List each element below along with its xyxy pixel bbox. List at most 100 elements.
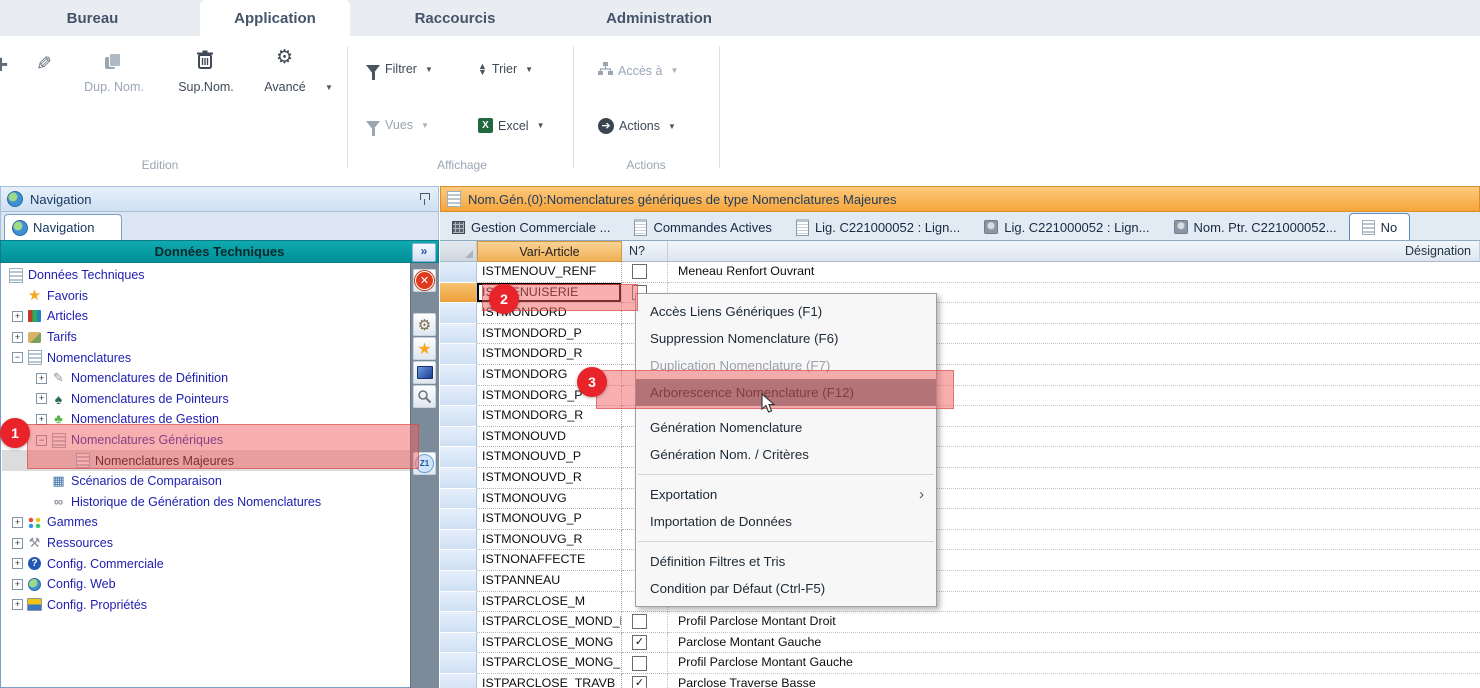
tree-item[interactable]: +✎Nomenclatures de Définition (2, 368, 410, 389)
row-gutter-cell[interactable] (440, 509, 477, 530)
tree-item[interactable]: −Nomenclatures (2, 347, 410, 368)
expand-icon[interactable]: + (12, 332, 23, 343)
vari-article-cell[interactable]: ISTMONOUVD (477, 427, 622, 448)
tree-item[interactable]: +⚒Ressources (2, 533, 410, 554)
vari-article-cell[interactable]: ISTNONAFFECTE (477, 550, 622, 571)
collapse-chevron-button[interactable]: » (412, 243, 436, 262)
table-row[interactable]: ISTMONDORG_P (440, 386, 1480, 407)
row-gutter-cell[interactable] (440, 550, 477, 571)
row-gutter-cell[interactable] (440, 674, 477, 688)
row-gutter-cell[interactable] (440, 324, 477, 345)
vari-article-cell[interactable]: ISTPARCLOSE_MOND_P (477, 612, 622, 633)
actions-button[interactable]: ➔ Actions▼ (598, 118, 676, 134)
menu-item[interactable]: Arborescence Nomenclature (F12) (636, 379, 936, 406)
table-row[interactable]: ISTMONDORD_P (440, 324, 1480, 345)
vari-article-cell[interactable]: ISTMONDORG_R (477, 406, 622, 427)
vari-article-cell[interactable]: ISTPARCLOSE_MONG (477, 633, 622, 654)
tree-item[interactable]: +Config. Propriétés (2, 595, 410, 616)
menu-item[interactable]: Génération Nomenclature (636, 414, 936, 441)
pin-icon[interactable] (419, 192, 430, 206)
row-gutter-cell[interactable] (440, 612, 477, 633)
vari-article-cell[interactable]: ISTMENOUV_RENF (477, 262, 622, 283)
expand-icon[interactable]: + (12, 599, 23, 610)
tab-raccourcis[interactable]: Raccourcis (395, 0, 515, 36)
table-row[interactable]: ISTMONOUVG_R (440, 530, 1480, 551)
column-header-designation[interactable]: Désignation (668, 241, 1480, 262)
checkbox-checked[interactable]: ✓ (632, 676, 647, 688)
document-tab-5[interactable]: No (1349, 213, 1411, 240)
delete-button[interactable]: Sup.Nom. (168, 80, 244, 94)
tab-application[interactable]: Application (200, 0, 350, 36)
vari-article-cell[interactable]: ISTPARCLOSE_M (477, 592, 622, 613)
expand-icon[interactable]: + (12, 579, 23, 590)
filter-button[interactable]: Filtrer▼ (366, 62, 433, 76)
row-gutter-cell[interactable] (440, 344, 477, 365)
table-row[interactable]: ISTMONOUVG (440, 489, 1480, 510)
tree-item[interactable]: ★Favoris (2, 286, 410, 307)
table-row[interactable]: ISTMONDORG (440, 365, 1480, 386)
access-button[interactable]: Accès à▼ (598, 62, 678, 79)
tree-item[interactable]: +Tarifs (2, 327, 410, 348)
table-row[interactable]: ISTPANNEAU (440, 571, 1480, 592)
menu-item[interactable]: Définition Filtres et Tris (636, 548, 936, 575)
menu-item[interactable]: Accès Liens Génériques (F1) (636, 298, 936, 325)
collapse-icon[interactable]: − (36, 435, 47, 446)
tab-bureau[interactable]: Bureau (35, 0, 150, 36)
tree-item[interactable]: +♣Nomenclatures de Gestion (2, 409, 410, 430)
checkbox-unchecked[interactable] (632, 614, 647, 629)
document-tab-1[interactable]: Commandes Actives (622, 214, 784, 240)
z1-button[interactable]: Z1 (413, 452, 436, 475)
row-gutter-cell[interactable] (440, 303, 477, 324)
checkbox-unchecked[interactable] (632, 264, 647, 279)
table-row[interactable]: ISTMONDORD (440, 303, 1480, 324)
column-header-n[interactable]: N? (622, 241, 668, 262)
advanced-button[interactable]: Avancé (255, 80, 315, 94)
vari-article-cell[interactable]: ISTMONOUVD_R (477, 468, 622, 489)
document-tab-3[interactable]: Lig. C221000052 : Lign... (972, 214, 1161, 240)
expand-icon[interactable]: + (12, 311, 23, 322)
vari-article-cell[interactable]: ISTMONOUVG (477, 489, 622, 510)
table-corner-cell[interactable] (440, 241, 477, 262)
row-gutter-cell[interactable] (440, 386, 477, 407)
table-row[interactable]: ISTPARCLOSE_M (440, 592, 1480, 613)
tree-item[interactable]: +?Config. Commerciale (2, 553, 410, 574)
document-tab-4[interactable]: Nom. Ptr. C221000052... (1162, 214, 1349, 240)
expand-icon[interactable]: + (36, 373, 47, 384)
vari-article-cell[interactable]: ISTMONOUVD_P (477, 447, 622, 468)
advanced-caret-icon[interactable]: ▼ (325, 83, 333, 92)
row-gutter-cell[interactable] (440, 468, 477, 489)
table-row[interactable]: ISTMONDORG_R (440, 406, 1480, 427)
edit-icon[interactable]: ✎ (36, 53, 52, 76)
menu-item[interactable]: Exportation› (636, 481, 936, 508)
favorite-button[interactable]: ★ (413, 337, 436, 360)
expand-icon[interactable]: + (12, 517, 23, 528)
vari-article-cell[interactable]: ISTMONDORD (477, 303, 622, 324)
row-gutter-cell[interactable] (440, 633, 477, 654)
row-gutter-cell[interactable] (440, 571, 477, 592)
row-gutter-cell[interactable] (440, 489, 477, 510)
delete-icon[interactable] (196, 50, 214, 75)
tree-item[interactable]: Données Techniques (2, 265, 410, 286)
table-row[interactable]: ISTMONOUVD_R (440, 468, 1480, 489)
expand-icon[interactable]: + (12, 558, 23, 569)
row-gutter-cell[interactable] (440, 283, 477, 304)
views-button[interactable]: Vues▼ (366, 118, 429, 132)
row-gutter-cell[interactable] (440, 365, 477, 386)
tree-item[interactable]: +Articles (2, 306, 410, 327)
sort-button[interactable]: ▲▼ Trier▼ (478, 62, 533, 76)
add-icon[interactable]: + (0, 54, 8, 74)
row-gutter-cell[interactable] (440, 406, 477, 427)
gear-button[interactable]: ⚙ (413, 313, 436, 336)
vari-article-cell[interactable]: ISTMONOUVG_R (477, 530, 622, 551)
table-row[interactable]: ISTNONAFFECTE (440, 550, 1480, 571)
advanced-gear-icon[interactable]: ⚙ (276, 49, 293, 67)
column-header-vari-article[interactable]: Vari-Article (477, 241, 622, 262)
table-row[interactable]: ISTMONOUVD (440, 427, 1480, 448)
table-row[interactable]: ISTMONOUVD_P (440, 447, 1480, 468)
tab-administration[interactable]: Administration (588, 0, 730, 36)
screen-button[interactable] (413, 361, 436, 384)
menu-item[interactable]: Suppression Nomenclature (F6) (636, 325, 936, 352)
table-row[interactable]: ISTMONOUVG_P (440, 509, 1480, 530)
duplicate-button[interactable]: Dup. Nom. (78, 80, 150, 94)
expand-icon[interactable]: + (36, 414, 47, 425)
